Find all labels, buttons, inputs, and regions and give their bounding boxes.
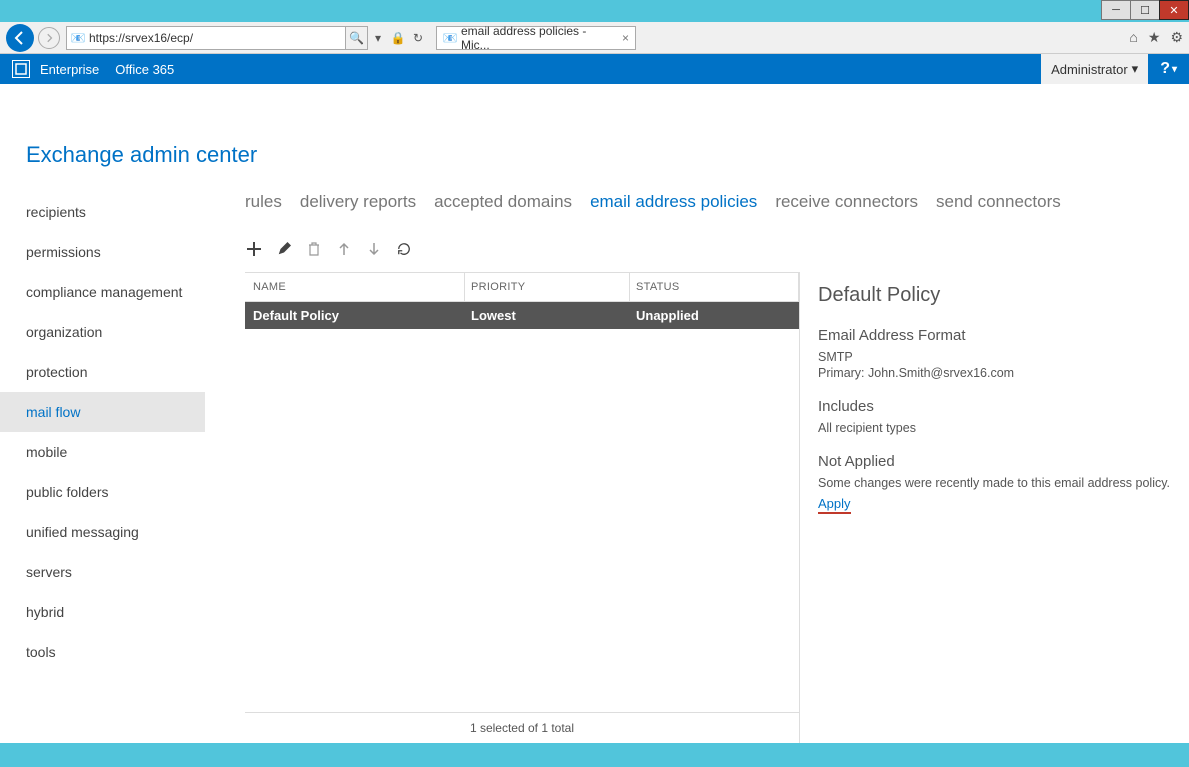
browser-view-compat-button[interactable]: ▾	[368, 26, 388, 50]
browser-url-bar[interactable]: 📧 https://srvex16/ecp/	[66, 26, 346, 50]
window-maximize-button[interactable]: ☐	[1130, 0, 1160, 20]
arrow-right-icon	[44, 33, 54, 43]
details-includes-text: All recipient types	[818, 421, 1177, 435]
cell-name: Default Policy	[245, 302, 465, 329]
tab-email-address-policies[interactable]: email address policies	[590, 192, 757, 212]
sidebar-item-organization[interactable]: organization	[0, 312, 205, 352]
browser-favorites-icon[interactable]: ★	[1148, 29, 1161, 46]
details-format-heading: Email Address Format	[818, 327, 1177, 344]
o365-header: Enterprise Office 365 Administrator ▾ ? …	[0, 54, 1189, 84]
admin-user-label: Administrator	[1051, 62, 1128, 77]
nav-office365[interactable]: Office 365	[115, 62, 174, 77]
grid-area: NAME PRIORITY STATUS Default Policy Lowe…	[245, 272, 800, 743]
details-title: Default Policy	[818, 284, 1177, 307]
details-pane: Default Policy Email Address Format SMTP…	[800, 272, 1177, 743]
grid-header: NAME PRIORITY STATUS	[245, 272, 799, 302]
sidebar-item-tools[interactable]: tools	[0, 632, 205, 672]
tab-accepted-domains[interactable]: accepted domains	[434, 192, 572, 212]
sidebar-item-mailflow[interactable]: mail flow	[0, 392, 205, 432]
office-square-icon	[15, 63, 27, 75]
tabs: rules delivery reports accepted domains …	[245, 192, 1177, 212]
browser-back-button[interactable]	[6, 24, 34, 52]
pencil-icon	[277, 242, 291, 256]
admin-user-menu[interactable]: Administrator ▾	[1041, 54, 1148, 84]
chevron-down-icon: ▾	[1172, 64, 1177, 75]
details-notapplied-text: Some changes were recently made to this …	[818, 476, 1177, 490]
edit-button[interactable]	[275, 240, 293, 258]
tab-favicon-icon: 📧	[443, 31, 457, 45]
nav-enterprise[interactable]: Enterprise	[40, 62, 99, 77]
help-menu[interactable]: ? ▾	[1160, 60, 1177, 78]
arrow-left-icon	[12, 30, 28, 46]
apply-link[interactable]: Apply	[818, 496, 851, 514]
sidebar-item-publicfolders[interactable]: public folders	[0, 472, 205, 512]
details-notapplied-heading: Not Applied	[818, 453, 1177, 470]
sidebar-item-hybrid[interactable]: hybrid	[0, 592, 205, 632]
tab-send-connectors[interactable]: send connectors	[936, 192, 1061, 212]
toolbar	[245, 240, 1177, 258]
sidebar-item-protection[interactable]: protection	[0, 352, 205, 392]
tab-receive-connectors[interactable]: receive connectors	[775, 192, 918, 212]
sidebar-item-mobile[interactable]: mobile	[0, 432, 205, 472]
column-status[interactable]: STATUS	[630, 273, 798, 301]
window-border-bottom	[0, 751, 1189, 767]
browser-settings-icon[interactable]: ⚙	[1170, 29, 1183, 46]
details-includes-heading: Includes	[818, 398, 1177, 415]
window-close-button[interactable]: ✕	[1159, 0, 1189, 20]
trash-icon	[308, 242, 320, 256]
browser-home-icon[interactable]: ⌂	[1129, 29, 1137, 46]
add-button[interactable]	[245, 240, 263, 258]
cell-priority: Lowest	[465, 302, 630, 329]
browser-search-button[interactable]: 🔍	[346, 26, 368, 50]
cell-status: Unapplied	[630, 302, 799, 329]
browser-url-text: https://srvex16/ecp/	[89, 31, 193, 45]
sidebar-item-permissions[interactable]: permissions	[0, 232, 205, 272]
refresh-icon	[397, 242, 411, 256]
browser-lock-icon: 🔒	[388, 26, 408, 50]
sidebar-item-servers[interactable]: servers	[0, 552, 205, 592]
browser-refresh-button[interactable]: ↻	[408, 26, 428, 50]
sidebar-item-unifiedmessaging[interactable]: unified messaging	[0, 512, 205, 552]
window-titlebar: ─ ☐ ✕	[0, 0, 1189, 22]
plus-icon	[246, 241, 262, 257]
browser-tab[interactable]: 📧 email address policies - Mic... ×	[436, 26, 636, 50]
details-primary: Primary: John.Smith@srvex16.com	[818, 366, 1177, 380]
sidebar: recipients permissions compliance manage…	[0, 192, 205, 743]
sidebar-item-recipients[interactable]: recipients	[0, 192, 205, 232]
site-favicon-icon: 📧	[71, 31, 85, 45]
table-row[interactable]: Default Policy Lowest Unapplied	[245, 302, 799, 329]
data-area: NAME PRIORITY STATUS Default Policy Lowe…	[245, 272, 1177, 743]
grid-status-text: 1 selected of 1 total	[245, 712, 799, 743]
grid-body: Default Policy Lowest Unapplied	[245, 302, 799, 712]
chevron-down-icon: ▾	[1132, 61, 1139, 77]
column-name[interactable]: NAME	[245, 273, 465, 301]
details-smtp: SMTP	[818, 350, 1177, 364]
refresh-button[interactable]	[395, 240, 413, 258]
tab-close-icon[interactable]: ×	[622, 31, 629, 45]
office-logo-icon[interactable]	[12, 60, 30, 78]
column-priority[interactable]: PRIORITY	[465, 273, 630, 301]
arrow-up-icon	[338, 242, 350, 256]
delete-button[interactable]	[305, 240, 323, 258]
tab-rules[interactable]: rules	[245, 192, 282, 212]
window-minimize-button[interactable]: ─	[1101, 0, 1131, 20]
page-title: Exchange admin center	[26, 142, 1189, 168]
arrow-down-icon	[368, 242, 380, 256]
sidebar-item-compliance[interactable]: compliance management	[0, 272, 205, 312]
move-down-button[interactable]	[365, 240, 383, 258]
move-up-button[interactable]	[335, 240, 353, 258]
main-panel: rules delivery reports accepted domains …	[205, 192, 1189, 743]
browser-nav-bar: 📧 https://srvex16/ecp/ 🔍 ▾ 🔒 ↻ 📧 email a…	[0, 22, 1189, 54]
tab-delivery-reports[interactable]: delivery reports	[300, 192, 416, 212]
app-body: Exchange admin center recipients permiss…	[0, 84, 1189, 751]
browser-forward-button[interactable]	[38, 27, 60, 49]
browser-tab-title: email address policies - Mic...	[461, 24, 616, 52]
